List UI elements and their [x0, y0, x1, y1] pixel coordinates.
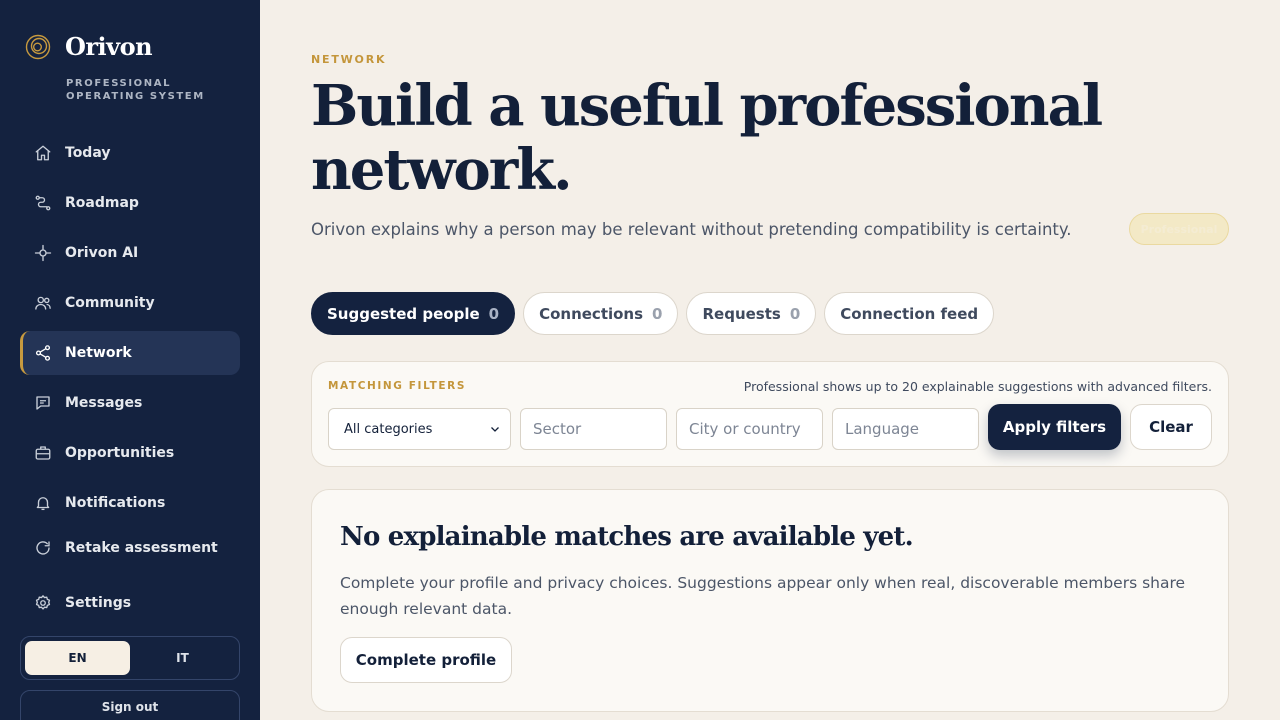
language-option-it[interactable]: IT — [130, 641, 235, 675]
empty-state-card: No explainable matches are available yet… — [311, 489, 1229, 712]
sidebar-item-label: Today — [65, 145, 111, 161]
sidebar-item-opportunities[interactable]: Opportunities — [20, 431, 240, 475]
tab-label: Connection feed — [840, 304, 979, 323]
empty-state-text: Complete your profile and privacy choice… — [340, 574, 1186, 618]
apply-filters-button[interactable]: Apply filters — [988, 404, 1121, 450]
filters-heading: MATCHING FILTERS — [328, 380, 466, 392]
tab-count: 0 — [488, 304, 500, 323]
sidebar-item-label: Orivon AI — [65, 245, 139, 261]
clear-filters-button[interactable]: Clear — [1130, 404, 1212, 450]
sidebar-item-label: Network — [65, 345, 132, 361]
chevron-down-icon — [491, 427, 499, 432]
sidebar: Orivon PROFESSIONAL OPERATING SYSTEM Tod… — [0, 0, 260, 720]
filters-note: Professional shows up to 20 explainable … — [743, 379, 1212, 394]
language-input[interactable] — [832, 408, 979, 450]
language-option-en[interactable]: EN — [25, 641, 130, 675]
route-icon — [33, 193, 53, 213]
tab-label: Connections — [539, 304, 644, 323]
sparkle-icon — [33, 243, 53, 263]
network-tabs: Suggested people 0 Connections 0 Request… — [311, 292, 995, 335]
brand[interactable]: Orivon — [25, 32, 153, 61]
tab-suggested-people[interactable]: Suggested people 0 — [311, 292, 516, 335]
gear-icon — [33, 593, 53, 613]
message-icon — [33, 393, 53, 413]
tab-count: 0 — [652, 304, 663, 323]
share-icon — [33, 343, 53, 363]
sign-out-button[interactable]: Sign out — [20, 690, 240, 720]
sidebar-item-notifications[interactable]: Notifications — [20, 481, 240, 525]
brand-name: Orivon — [65, 32, 153, 61]
sidebar-item-label: Notifications — [65, 495, 166, 511]
empty-state-title: No explainable matches are available yet… — [340, 522, 914, 552]
language-switcher: EN IT — [20, 636, 240, 680]
location-input[interactable] — [676, 408, 823, 450]
tab-connection-feed[interactable]: Connection feed — [824, 292, 995, 335]
briefcase-icon — [33, 443, 53, 463]
matching-filters-panel: MATCHING FILTERS Professional shows up t… — [311, 361, 1229, 467]
sidebar-item-label: Community — [65, 295, 155, 311]
sidebar-item-today[interactable]: Today — [20, 131, 240, 175]
category-select[interactable]: All categories — [328, 408, 511, 450]
users-icon — [33, 293, 53, 313]
sidebar-item-retake-assessment[interactable]: Retake assessment — [20, 526, 240, 570]
category-select-value: All categories — [344, 421, 433, 437]
page-subtitle: Orivon explains why a person may be rele… — [311, 220, 1072, 239]
complete-profile-button[interactable]: Complete profile — [340, 637, 512, 683]
brand-tagline: PROFESSIONAL OPERATING SYSTEM — [66, 78, 205, 102]
bell-icon — [33, 493, 53, 513]
sidebar-item-label: Opportunities — [65, 445, 175, 461]
sidebar-item-community[interactable]: Community — [20, 281, 240, 325]
tab-label: Suggested people — [327, 304, 480, 323]
sidebar-item-network[interactable]: Network — [20, 331, 240, 375]
sector-input[interactable] — [520, 408, 667, 450]
tab-count: 0 — [789, 304, 801, 323]
sidebar-item-label: Messages — [65, 395, 143, 411]
section-eyebrow: NETWORK — [311, 53, 387, 66]
sidebar-item-label: Settings — [65, 595, 132, 611]
refresh-icon — [33, 538, 53, 558]
page-title: Build a useful professional network. — [311, 73, 1103, 203]
tab-connections[interactable]: Connections 0 — [523, 292, 679, 335]
tab-requests[interactable]: Requests 0 — [686, 292, 817, 335]
plan-badge: Professional — [1129, 213, 1229, 245]
sidebar-item-messages[interactable]: Messages — [20, 381, 240, 425]
sidebar-item-label: Roadmap — [65, 195, 139, 211]
sidebar-item-orivon-ai[interactable]: Orivon AI — [20, 231, 240, 275]
sidebar-item-roadmap[interactable]: Roadmap — [20, 181, 240, 225]
sidebar-item-label: Retake assessment — [65, 540, 218, 556]
home-icon — [33, 143, 53, 163]
spiral-logo-icon — [25, 34, 51, 59]
sidebar-item-settings[interactable]: Settings — [20, 581, 240, 625]
tab-label: Requests — [702, 304, 781, 323]
